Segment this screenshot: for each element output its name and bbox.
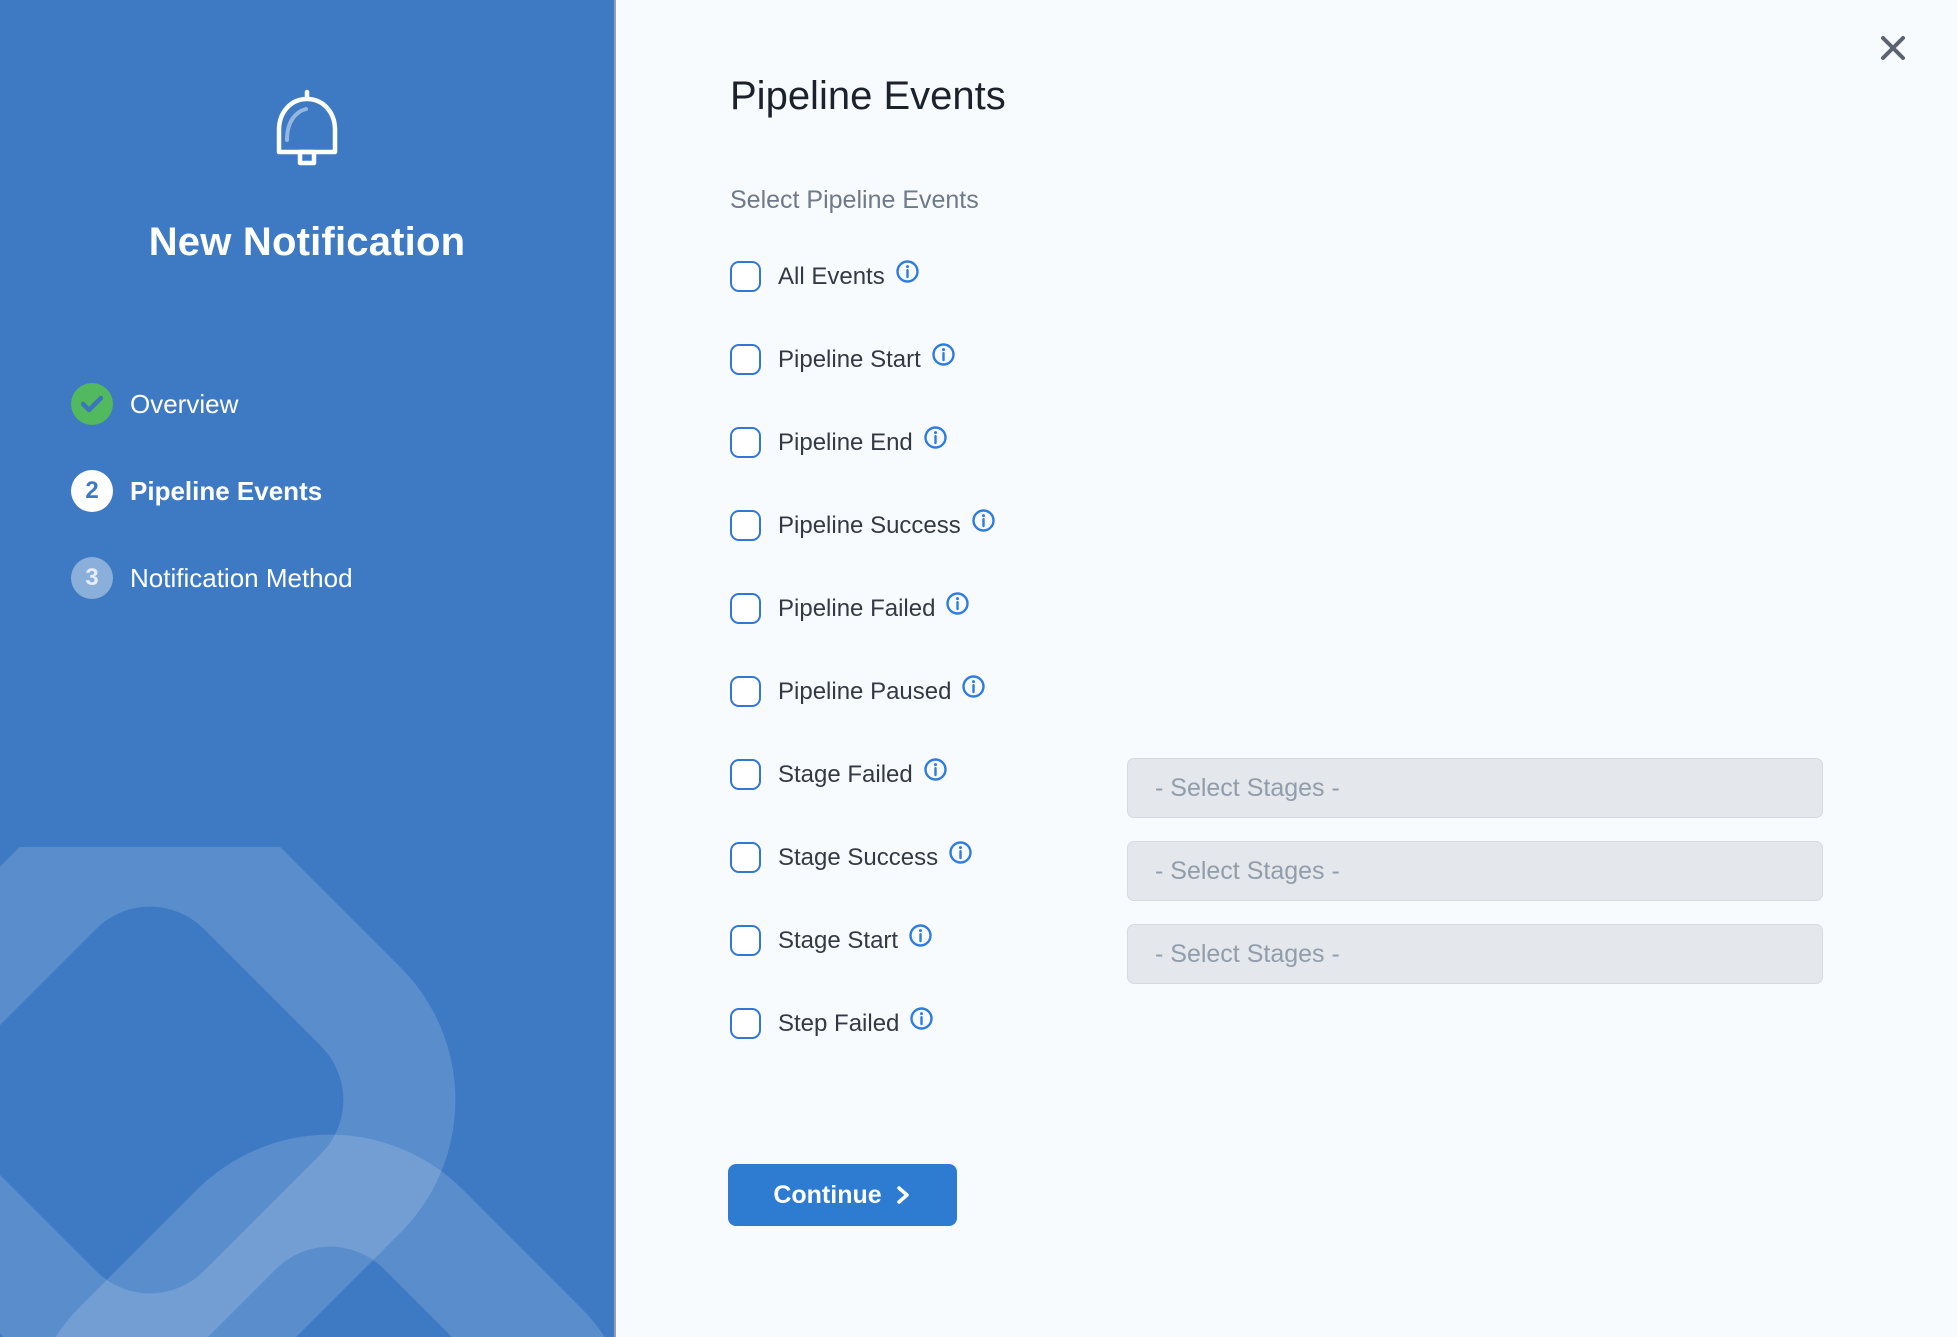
event-row-pipeline-start: Pipeline Start <box>730 344 1830 375</box>
event-row-all-events: All Events <box>730 261 1830 292</box>
event-label: Pipeline End <box>778 429 913 457</box>
event-label: Pipeline Start <box>778 346 921 374</box>
info-icon[interactable] <box>924 758 947 781</box>
bell-icon <box>269 88 345 172</box>
event-label: All Events <box>778 263 885 291</box>
event-label: Stage Failed <box>778 761 913 789</box>
checkbox-step-failed[interactable] <box>730 1008 761 1039</box>
wizard-sidebar: New Notification Overview 2 Pipeline Eve… <box>0 0 616 1337</box>
chevron-right-icon <box>894 1184 912 1206</box>
panel-title: Pipeline Events <box>730 72 1957 120</box>
wizard-steps: Overview 2 Pipeline Events 3 Notificatio… <box>0 383 614 599</box>
check-icon <box>81 395 103 413</box>
info-icon[interactable] <box>962 675 985 698</box>
step-notification-method[interactable]: 3 Notification Method <box>71 557 614 599</box>
event-row-pipeline-success: Pipeline Success <box>730 510 1830 541</box>
info-icon[interactable] <box>946 592 969 615</box>
step-number-badge: 2 <box>71 470 113 512</box>
checkbox-pipeline-start[interactable] <box>730 344 761 375</box>
stage-start-select[interactable]: - Select Stages - <box>1127 924 1823 984</box>
continue-label: Continue <box>773 1181 881 1210</box>
info-icon[interactable] <box>932 343 955 366</box>
events-list: All Events Pipeline Start Pipeline End <box>730 261 1957 1039</box>
checkbox-pipeline-failed[interactable] <box>730 593 761 624</box>
pipeline-events-panel: Pipeline Events Select Pipeline Events A… <box>616 0 1957 1337</box>
event-row-pipeline-paused: Pipeline Paused <box>730 676 1830 707</box>
event-row-stage-success: Stage Success - Select Stages - <box>730 842 1830 873</box>
checkbox-stage-start[interactable] <box>730 925 761 956</box>
step-pipeline-events[interactable]: 2 Pipeline Events <box>71 470 614 512</box>
checkbox-all-events[interactable] <box>730 261 761 292</box>
info-icon[interactable] <box>910 1007 933 1030</box>
event-row-pipeline-failed: Pipeline Failed <box>730 593 1830 624</box>
event-label: Stage Start <box>778 927 898 955</box>
info-icon[interactable] <box>924 426 947 449</box>
event-label: Pipeline Success <box>778 512 961 540</box>
event-label: Pipeline Paused <box>778 678 951 706</box>
checkbox-pipeline-paused[interactable] <box>730 676 761 707</box>
close-button[interactable] <box>1873 28 1913 68</box>
event-row-stage-start: Stage Start - Select Stages - <box>730 925 1830 956</box>
event-label: Pipeline Failed <box>778 595 935 623</box>
step-number-badge: 3 <box>71 557 113 599</box>
close-icon <box>1879 34 1907 62</box>
event-row-step-failed: Step Failed <box>730 1008 1830 1039</box>
info-icon[interactable] <box>949 841 972 864</box>
checkbox-pipeline-success[interactable] <box>730 510 761 541</box>
continue-button[interactable]: Continue <box>728 1164 957 1226</box>
event-label: Step Failed <box>778 1010 899 1038</box>
event-row-stage-failed: Stage Failed - Select Stages - <box>730 759 1830 790</box>
event-row-pipeline-end: Pipeline End <box>730 427 1830 458</box>
info-icon[interactable] <box>909 924 932 947</box>
stage-success-select[interactable]: - Select Stages - <box>1127 841 1823 901</box>
step-overview[interactable]: Overview <box>71 383 614 425</box>
step-label: Notification Method <box>130 563 353 594</box>
wizard-title: New Notification <box>0 220 614 265</box>
panel-subtitle: Select Pipeline Events <box>730 186 1957 215</box>
info-icon[interactable] <box>972 509 995 532</box>
step-complete-badge <box>71 383 113 425</box>
brand-watermark-icon <box>0 847 616 1337</box>
stage-failed-select[interactable]: - Select Stages - <box>1127 758 1823 818</box>
checkbox-pipeline-end[interactable] <box>730 427 761 458</box>
step-label: Pipeline Events <box>130 476 322 507</box>
checkbox-stage-success[interactable] <box>730 842 761 873</box>
event-label: Stage Success <box>778 844 938 872</box>
info-icon[interactable] <box>896 260 919 283</box>
step-label: Overview <box>130 389 238 420</box>
checkbox-stage-failed[interactable] <box>730 759 761 790</box>
